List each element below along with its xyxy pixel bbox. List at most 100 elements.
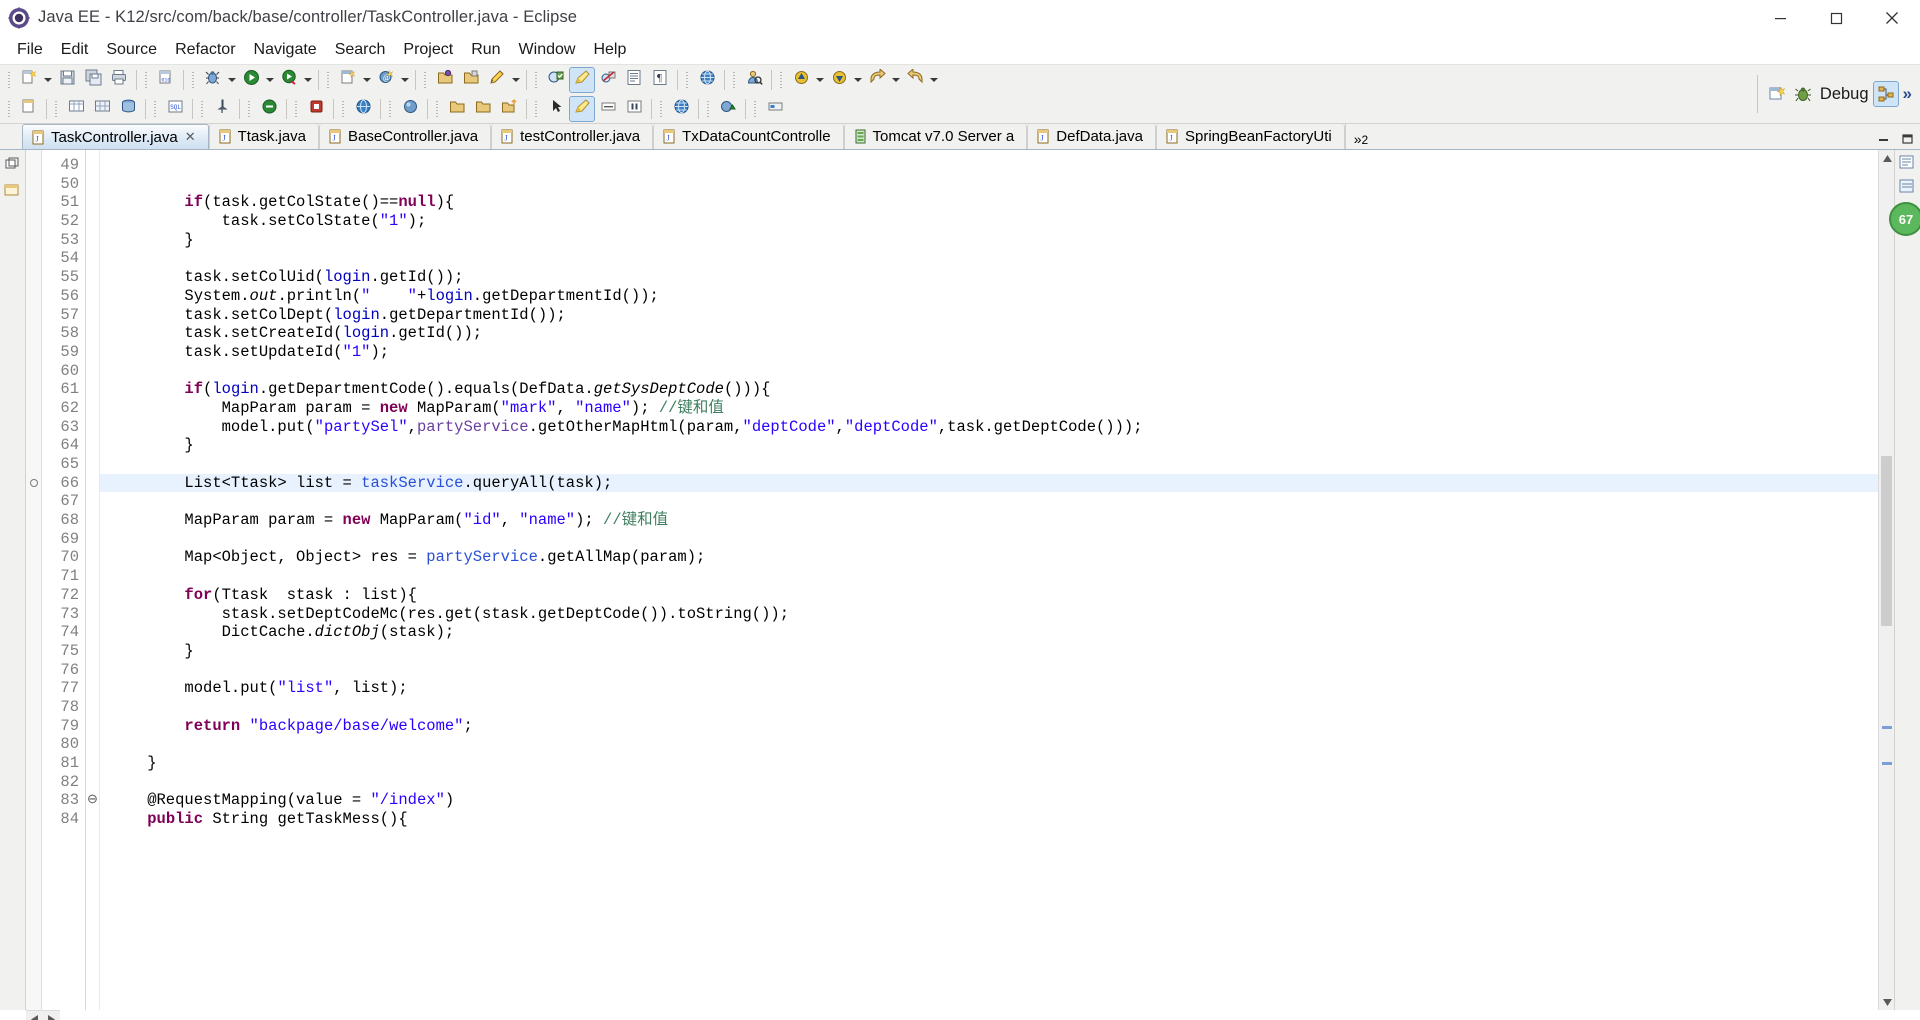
outline-view-icon[interactable] <box>1899 154 1917 172</box>
toolbar-grip[interactable] <box>705 98 713 119</box>
code-line[interactable]: if(task.getColState()==null){ <box>100 193 1878 212</box>
code-line[interactable] <box>100 530 1878 549</box>
code-line[interactable] <box>100 492 1878 511</box>
save-button[interactable] <box>55 68 79 92</box>
minus-button[interactable] <box>596 97 620 121</box>
chevron-down-icon[interactable] <box>226 68 238 92</box>
toolbar-grip[interactable] <box>658 98 666 119</box>
menu-refactor[interactable]: Refactor <box>166 39 244 61</box>
editor-tab-ttask-java[interactable]: J Ttask.java <box>208 124 319 149</box>
code-line[interactable]: Map<Object, Object> res = partyService.g… <box>100 548 1878 567</box>
code-folding-column[interactable]: ⊖ <box>86 150 100 1010</box>
new-class-button[interactable] <box>485 68 509 92</box>
chevron-down-icon[interactable] <box>361 68 373 92</box>
vertical-scroll-thumb[interactable] <box>1881 456 1892 626</box>
menu-run[interactable]: Run <box>462 39 509 61</box>
editor-tab-tomcat-v7-0-server-a[interactable]: Tomcat v7.0 Server a <box>843 124 1028 149</box>
new-wizard-button[interactable] <box>17 68 41 92</box>
code-line[interactable]: task.setColDept(login.getDepartmentId())… <box>100 306 1878 325</box>
menu-navigate[interactable]: Navigate <box>245 39 326 61</box>
vertical-scroll-track[interactable] <box>1879 166 1894 994</box>
sql-button[interactable]: SQL <box>163 97 187 121</box>
new-annotation-button[interactable]: @ <box>374 68 398 92</box>
editor-minimize-button[interactable] <box>1876 132 1892 146</box>
code-line[interactable]: return "backpage/base/welcome"; <box>100 717 1878 736</box>
pause-button[interactable] <box>622 97 646 121</box>
chevron-down-icon[interactable] <box>852 68 864 92</box>
editor-tab-basecontroller-java[interactable]: J BaseController.java <box>319 124 492 149</box>
code-line[interactable]: task.setCreateId(login.getId()); <box>100 324 1878 343</box>
code-line[interactable]: if(login.getDepartmentCode().equals(DefD… <box>100 380 1878 399</box>
table-view-button[interactable] <box>64 97 88 121</box>
source-code-text[interactable]: if(task.getColState()==null){ task.setCo… <box>100 150 1878 1010</box>
toolbar-grip[interactable] <box>190 69 198 90</box>
scroll-right-arrow[interactable] <box>43 1011 60 1020</box>
code-line[interactable]: public String getTaskMess(){ <box>100 810 1878 829</box>
chevron-down-icon[interactable] <box>814 68 826 92</box>
code-line[interactable]: for(Ttask stask : list){ <box>100 586 1878 605</box>
menu-edit[interactable]: Edit <box>52 39 98 61</box>
chevron-down-icon[interactable] <box>264 68 276 92</box>
debug-button[interactable] <box>201 68 225 92</box>
toolbar-grip[interactable] <box>143 69 151 90</box>
editor-horizontal-scrollbar[interactable] <box>26 1010 60 1020</box>
breadcrumb-badge[interactable]: 67 <box>1889 202 1920 236</box>
menu-help[interactable]: Help <box>584 39 635 61</box>
highlight-2-button[interactable] <box>569 95 595 122</box>
save-all-button[interactable] <box>81 68 105 92</box>
scroll-down-arrow[interactable] <box>1879 994 1895 1010</box>
code-line[interactable]: } <box>100 436 1878 455</box>
code-line[interactable]: stask.setDeptCodeMc(res.get(stask.getDep… <box>100 605 1878 624</box>
code-line[interactable]: } <box>100 754 1878 773</box>
scroll-left-arrow[interactable] <box>26 1011 43 1020</box>
code-editor[interactable]: 49 50 51 52 53 54 55 56 57 58 59 60 61 62 63 64 65 66 67 68… <box>26 150 1878 1010</box>
editor-maximize-button[interactable] <box>1900 132 1916 146</box>
package-explorer-icon[interactable] <box>4 182 22 200</box>
code-line[interactable] <box>100 249 1878 268</box>
overview-marker[interactable] <box>1882 726 1892 729</box>
database-button[interactable] <box>116 97 140 121</box>
code-line[interactable]: @RequestMapping(value = "/index") <box>100 791 1878 810</box>
menu-source[interactable]: Source <box>97 39 166 61</box>
code-line[interactable]: model.put("list", list); <box>100 679 1878 698</box>
breakpoint-marker-icon[interactable] <box>30 478 38 487</box>
restore-view-icon[interactable] <box>4 156 22 174</box>
toolbar-grip[interactable] <box>293 98 301 119</box>
code-line[interactable]: model.put("partySel",partyService.getOth… <box>100 418 1878 437</box>
toolbar-grip[interactable] <box>340 98 348 119</box>
run-external-tools-button[interactable] <box>277 68 301 92</box>
code-line[interactable] <box>100 455 1878 474</box>
code-line[interactable]: MapParam param = new MapParam("id", "nam… <box>100 511 1878 530</box>
code-line[interactable]: DictCache.dictObj(stask); <box>100 623 1878 642</box>
next-annotation-button[interactable] <box>827 68 851 92</box>
toolbar-grip[interactable] <box>53 98 61 119</box>
paragraph-button[interactable]: ¶ <box>648 68 672 92</box>
menu-project[interactable]: Project <box>394 39 462 61</box>
code-line[interactable] <box>100 156 1878 175</box>
green-arrow-button[interactable] <box>716 97 740 121</box>
previous-annotation-button[interactable] <box>789 68 813 92</box>
search-button[interactable] <box>742 68 766 92</box>
maximize-button[interactable] <box>1808 0 1864 36</box>
open-web-browser-button[interactable] <box>695 68 719 92</box>
toggle-mark-occurrences-button[interactable] <box>544 68 568 92</box>
scroll-up-arrow[interactable] <box>1879 150 1895 166</box>
close-icon[interactable]: ✕ <box>185 129 196 145</box>
code-line[interactable] <box>100 567 1878 586</box>
code-line[interactable]: task.setColState("1"); <box>100 212 1878 231</box>
editor-tab-testcontroller-java[interactable]: JtestController.java <box>491 124 654 149</box>
tab-overflow-indicator[interactable]: » 2 <box>1344 124 1376 149</box>
toolbar-grip[interactable] <box>684 69 692 90</box>
editor-marker-column[interactable] <box>26 150 42 1010</box>
perspective-label[interactable]: Debug <box>1820 85 1869 104</box>
toolbar-grip[interactable] <box>6 98 14 119</box>
toolbar-grip[interactable] <box>752 98 760 119</box>
stop-button[interactable] <box>304 97 328 121</box>
run-button[interactable] <box>239 68 263 92</box>
code-line[interactable]: List<Ttask> list = taskService.queryAll(… <box>100 473 1878 493</box>
terminate-green-button[interactable] <box>257 97 281 121</box>
editor-vertical-scrollbar[interactable] <box>1878 150 1895 1010</box>
new-java-package-button[interactable]: 010 <box>154 68 178 92</box>
back-button[interactable] <box>865 67 889 92</box>
java-ee-perspective-icon[interactable] <box>1872 81 1899 107</box>
